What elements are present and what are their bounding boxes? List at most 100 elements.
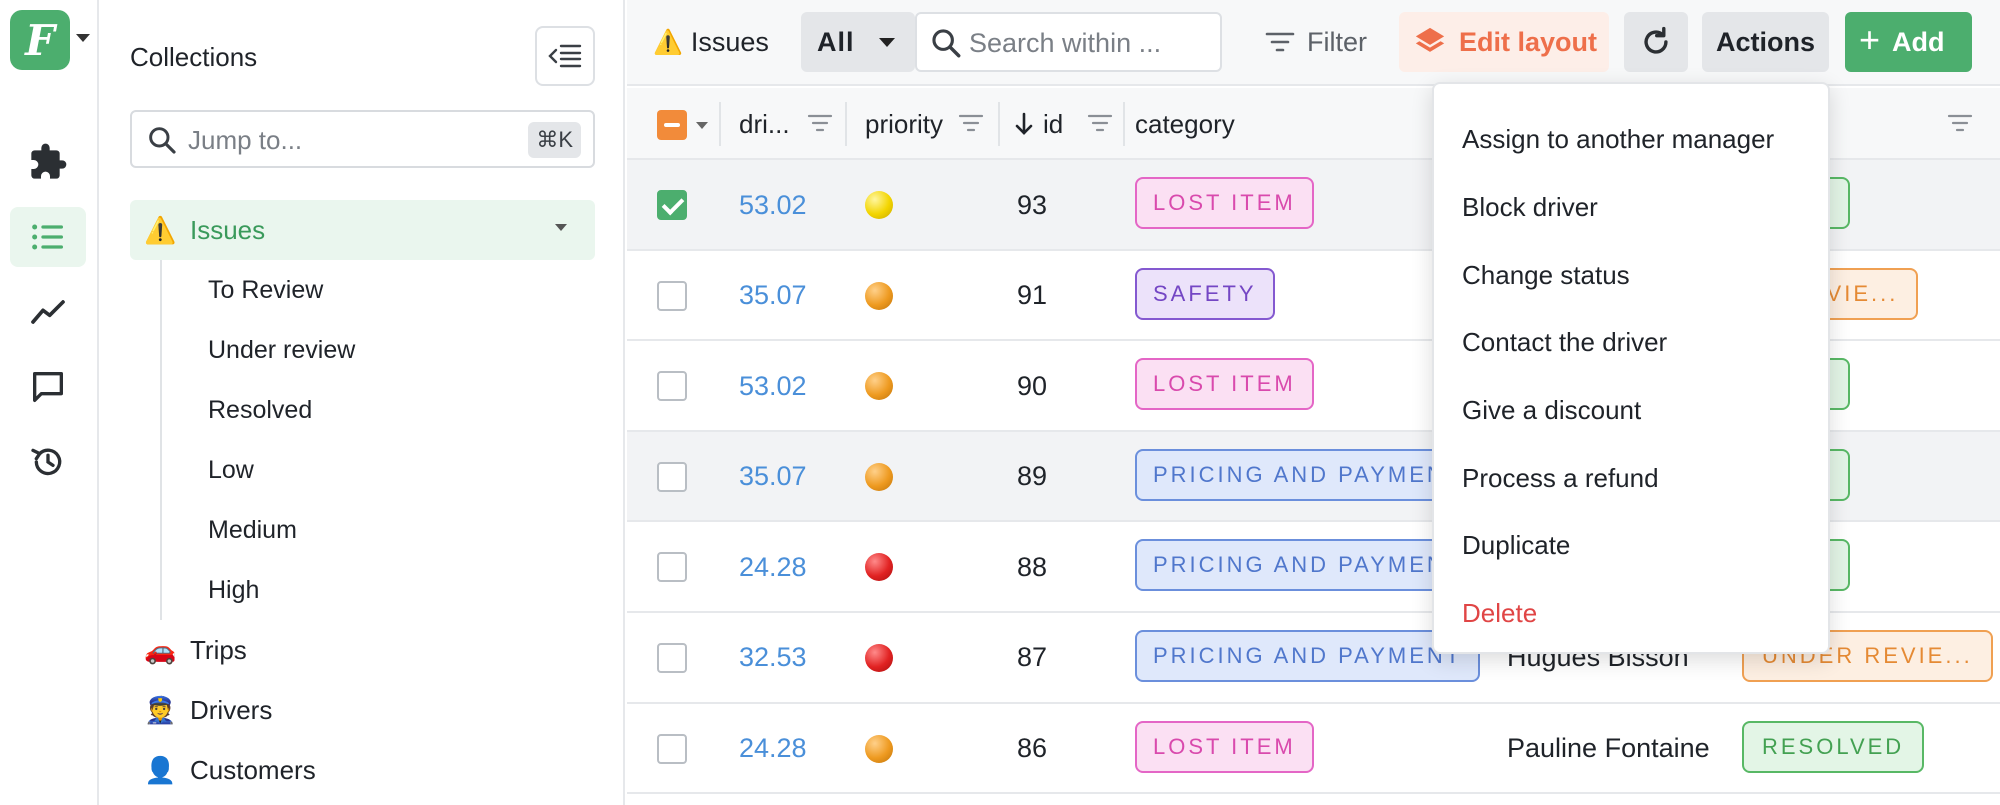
driver-link[interactable]: 53.02 [739,160,807,250]
select-all-checkbox[interactable] [657,110,687,140]
menu-item-change-status[interactable]: Change status [1434,241,1828,309]
priority-dot-icon [865,462,893,491]
column-separator [998,102,1000,146]
category-tag: LOST ITEM [1135,358,1314,411]
menu-item-assign-manager[interactable]: Assign to another manager [1434,106,1828,174]
sidebar-item-label: Issues [190,214,266,245]
selection-menu-caret-icon[interactable] [696,122,708,129]
column-header-priority[interactable]: priority [865,88,943,160]
driver-link[interactable]: 35.07 [739,251,807,341]
warning-icon: ⚠️ [144,214,177,245]
row-checkbox[interactable] [657,733,687,764]
list-icon [32,224,63,250]
collections-nav: ⚠️ Issues To Review Under review Resolve… [130,200,595,800]
edit-layout-button[interactable]: Edit layout [1399,12,1609,72]
sidebar-item-drivers[interactable]: 👮 Drivers [130,680,595,740]
driver-link[interactable]: 53.02 [739,341,807,431]
app-logo[interactable]: F [10,10,70,70]
column-filter-icon[interactable] [807,112,833,134]
filter-button-label: Filter [1307,26,1367,57]
layers-icon [1415,27,1445,52]
driver-link[interactable]: 24.28 [739,704,807,794]
sidebar-subitem-high[interactable]: High [162,560,595,620]
rail-item-history[interactable] [10,432,86,492]
collapse-sidebar-icon [548,44,582,68]
sidebar-item-label: Drivers [190,694,273,725]
add-record-label: Add [1892,26,1945,57]
menu-item-give-discount[interactable]: Give a discount [1434,377,1828,445]
sidebar-subitem-medium[interactable]: Medium [162,500,595,560]
column-header-driver[interactable]: dri... [739,88,790,160]
rail-item-plugins[interactable] [10,132,86,192]
chat-bubble-icon [33,372,63,402]
actions-button[interactable]: Actions [1702,12,1829,72]
driver-link[interactable]: 35.07 [739,432,807,522]
trend-chart-icon [31,300,65,324]
driver-link[interactable]: 24.28 [739,522,807,612]
sidebar-subitem-resolved[interactable]: Resolved [162,380,595,440]
collapse-sidebar-button[interactable] [535,26,595,86]
sidebar-item-trips[interactable]: 🚗 Trips [130,620,595,680]
refresh-button[interactable] [1624,12,1688,72]
row-checkbox[interactable] [657,190,687,220]
priority-dot-icon [865,734,893,763]
row-checkbox[interactable] [657,280,687,311]
column-header-id[interactable]: id [1013,88,1063,160]
add-record-button[interactable]: + Add [1845,12,1972,72]
collection-title-label: Issues [690,26,769,57]
priority-dot-icon [865,553,893,582]
issue-id: 87 [1017,642,1048,673]
category-tag: LOST ITEM [1135,720,1314,773]
jump-to-search[interactable]: ⌘K [130,110,595,168]
table-search[interactable] [915,12,1222,72]
sidebar-subitem-under-review[interactable]: Under review [162,320,595,380]
menu-item-delete[interactable]: Delete [1434,580,1828,648]
rail-item-collections[interactable] [10,207,86,267]
jump-to-input[interactable] [188,120,488,160]
car-icon: 🚗 [144,634,177,665]
status-badge: RESOLVED [1742,720,1925,773]
column-header-id-label: id [1043,108,1064,139]
sidebar-item-issues[interactable]: ⚠️ Issues [130,200,595,260]
column-filter-icon[interactable] [958,112,984,134]
menu-item-contact-driver[interactable]: Contact the driver [1434,309,1828,377]
menu-item-block-driver[interactable]: Block driver [1434,174,1828,242]
column-filter-icon[interactable] [1947,112,1973,134]
user-silhouette-icon: 👤 [144,754,177,785]
manager-name: Pauline Fontaine [1507,733,1710,764]
rail-item-analytics[interactable] [10,282,86,342]
sidebar-subitem-to-review[interactable]: To Review [162,260,595,320]
priority-dot-icon [865,281,893,310]
row-checkbox[interactable] [657,642,687,673]
search-icon [932,29,961,58]
plus-icon: + [1859,19,1881,60]
column-separator [845,102,847,146]
filter-button[interactable]: Filter [1251,12,1381,72]
app-rail: F [0,0,99,805]
menu-item-duplicate[interactable]: Duplicate [1434,512,1828,580]
sidebar-item-customers[interactable]: 👤 Customers [130,740,595,800]
menu-item-process-refund[interactable]: Process a refund [1434,444,1828,512]
priority-dot-icon [865,643,893,672]
priority-dot-icon [865,191,893,219]
row-checkbox[interactable] [657,371,687,402]
column-separator [1123,102,1125,146]
chevron-down-icon[interactable] [76,34,90,42]
sidebar-title: Collections [130,42,258,72]
issue-id: 88 [1017,551,1048,582]
rail-item-messages[interactable] [10,357,86,417]
refresh-icon [1644,26,1668,54]
sidebar-item-label: Trips [190,634,247,665]
row-checkbox[interactable] [657,461,687,492]
issue-id: 93 [1017,189,1048,220]
sidebar-subitem-low[interactable]: Low [162,440,595,500]
chevron-down-icon[interactable] [555,224,567,231]
table-search-input[interactable] [969,24,1209,62]
table-row[interactable]: 24.28 86 LOST ITEM Pauline Fontaine RESO… [627,703,2000,795]
column-header-category[interactable]: category [1135,88,1235,160]
column-filter-icon[interactable] [1087,112,1113,134]
row-checkbox[interactable] [657,552,687,583]
segment-select[interactable]: All [801,12,915,72]
toolbar: ⚠️ Issues All Filter Edit layout Actions… [627,0,2000,86]
driver-link[interactable]: 32.53 [739,613,807,703]
